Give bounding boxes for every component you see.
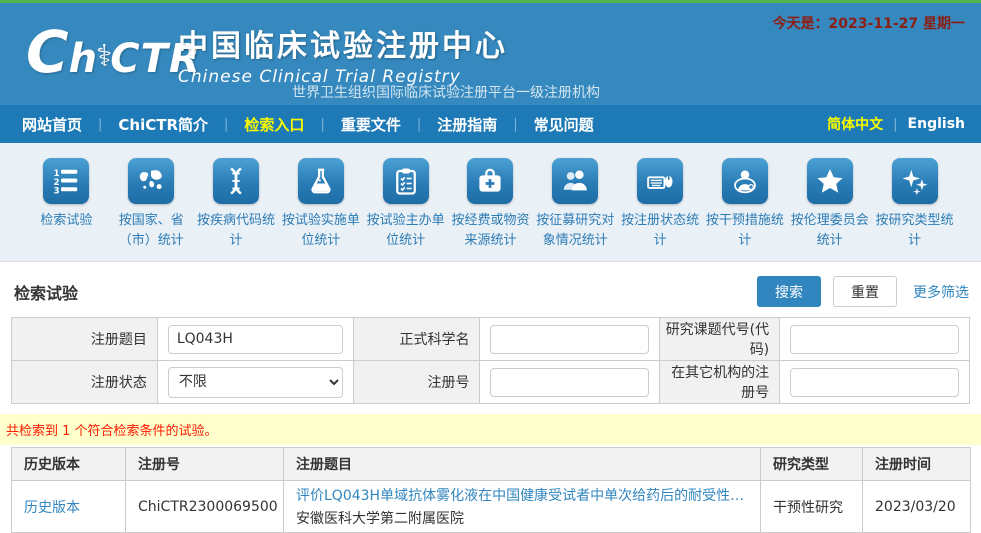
- reg-number-label: 注册号: [353, 361, 480, 404]
- nav-separator: |: [417, 117, 421, 132]
- trial-title-link[interactable]: 评价LQ043H单域抗体雾化液在中国健康受试者中单次给药后的耐受性、安全性、..…: [296, 485, 752, 505]
- star-icon: [807, 158, 853, 204]
- search-form: 注册题目 正式科学名 研究课题代号(代码) 注册状态 不限 注册号 在其它机构的…: [11, 317, 970, 404]
- site-title-block: 中国临床试验注册中心 Chinese Clinical Trial Regist…: [178, 21, 508, 87]
- other-reg-number-label: 在其它机构的注册号: [660, 361, 780, 404]
- keyboard-mouse-icon: [637, 158, 683, 204]
- tool-stats-by-intervention[interactable]: 按干预措施统计: [703, 158, 788, 261]
- tool-stats-by-study-type[interactable]: 按研究类型统计: [872, 158, 957, 261]
- nav-separator: |: [320, 117, 324, 132]
- nav-separator: |: [98, 117, 102, 132]
- nav-documents[interactable]: 重要文件: [335, 114, 407, 135]
- statistics-toolbar: 123 检索试验 按国家、省（市）统计 按疾病代码统计 按试验实施单位统计 按试…: [0, 143, 981, 262]
- main-nav: 网站首页 | ChiCTR简介 | 检索入口 | 重要文件 | 注册指南 | 常…: [0, 105, 981, 143]
- world-map-icon: [128, 158, 174, 204]
- nav-faq[interactable]: 常见问题: [528, 114, 600, 135]
- who-registry-subtitle: 世界卫生组织国际临床试验注册平台一级注册机构: [292, 82, 600, 102]
- tool-stats-by-funding-source[interactable]: 按经费或物资来源统计: [448, 158, 533, 261]
- results-table: 历史版本 注册号 注册题目 研究类型 注册时间 历史版本 ChiCTR23000…: [11, 447, 971, 533]
- tool-stats-by-disease-code[interactable]: 按疾病代码统计: [194, 158, 279, 261]
- svg-text:3: 3: [54, 187, 60, 197]
- nav-search-entry[interactable]: 检索入口: [238, 114, 310, 135]
- registration-date: 2023/03/20: [863, 481, 971, 533]
- tool-stats-by-ethics-committee[interactable]: 按伦理委员会统计: [787, 158, 872, 261]
- clipboard-icon: [383, 158, 429, 204]
- tool-stats-by-country[interactable]: 按国家、省（市）统计: [109, 158, 194, 261]
- flask-icon: [298, 158, 344, 204]
- trial-institution: 安徽医科大学第二附属医院: [296, 508, 752, 528]
- col-regno-header: 注册号: [126, 448, 284, 481]
- chictr-logo[interactable]: Ch⚕CTR: [26, 23, 201, 82]
- more-filters-link[interactable]: 更多筛选: [913, 282, 969, 302]
- results-header-row: 历史版本 注册号 注册题目 研究类型 注册时间: [12, 448, 971, 481]
- registration-number: ChiCTR2300069500: [126, 481, 284, 533]
- medical-bag-icon: [467, 158, 513, 204]
- sparkles-icon: [892, 158, 938, 204]
- reset-button[interactable]: 重置: [833, 276, 897, 307]
- dna-icon: [213, 158, 259, 204]
- col-history-header: 历史版本: [12, 448, 126, 481]
- site-title-cn: 中国临床试验注册中心: [178, 21, 508, 65]
- search-button[interactable]: 搜索: [757, 276, 821, 307]
- sci-name-label: 正式科学名: [353, 318, 480, 361]
- nav-separator: |: [513, 117, 517, 132]
- site-header: 今天是：2023-11-27 星期一 Ch⚕CTR 中国临床试验注册中心 Chi…: [0, 3, 981, 105]
- sci-name-input[interactable]: [490, 325, 649, 354]
- tool-stats-by-implementing-unit[interactable]: 按试验实施单位统计: [278, 158, 363, 261]
- search-section-title: 检索试验: [14, 280, 78, 304]
- result-count-banner: 共检索到 1 个符合检索条件的试验。: [0, 414, 981, 445]
- project-code-label: 研究课题代号(代码): [660, 318, 780, 361]
- nav-separator: |: [893, 117, 897, 132]
- today-date: 今天是：2023-11-27 星期一: [773, 13, 965, 33]
- col-regdate-header: 注册时间: [863, 448, 971, 481]
- reg-title-input[interactable]: [168, 325, 343, 354]
- reg-status-select[interactable]: 不限: [168, 367, 343, 398]
- other-reg-number-input[interactable]: [790, 368, 959, 397]
- table-row: 历史版本 ChiCTR2300069500 评价LQ043H单域抗体雾化液在中国…: [12, 481, 971, 533]
- reg-status-label: 注册状态: [12, 361, 158, 404]
- study-type: 干预性研究: [761, 481, 863, 533]
- lang-english[interactable]: English: [908, 116, 965, 132]
- project-code-input[interactable]: [790, 325, 959, 354]
- reg-title-label: 注册题目: [12, 318, 158, 361]
- col-studytype-header: 研究类型: [761, 448, 863, 481]
- history-version-link[interactable]: 历史版本: [24, 500, 80, 516]
- search-section-header: 检索试验 搜索 重置 更多筛选: [0, 262, 981, 315]
- tool-stats-by-sponsor-unit[interactable]: 按试验主办单位统计: [363, 158, 448, 261]
- doctor-icon: [722, 158, 768, 204]
- nav-guide[interactable]: 注册指南: [431, 114, 503, 135]
- nav-about[interactable]: ChiCTR简介: [112, 114, 214, 135]
- nav-home[interactable]: 网站首页: [16, 114, 88, 135]
- nav-separator: |: [224, 117, 228, 132]
- tool-stats-by-recruitment-status[interactable]: 按征募研究对象情况统计: [533, 158, 618, 261]
- tool-search-trials[interactable]: 123 检索试验: [24, 158, 109, 261]
- people-icon: [552, 158, 598, 204]
- col-title-header: 注册题目: [284, 448, 761, 481]
- tool-stats-by-registration-status[interactable]: 按注册状态统计: [618, 158, 703, 261]
- lang-simplified-chinese[interactable]: 简体中文: [827, 114, 883, 134]
- numbered-list-icon: 123: [43, 158, 89, 204]
- reg-number-input[interactable]: [490, 368, 649, 397]
